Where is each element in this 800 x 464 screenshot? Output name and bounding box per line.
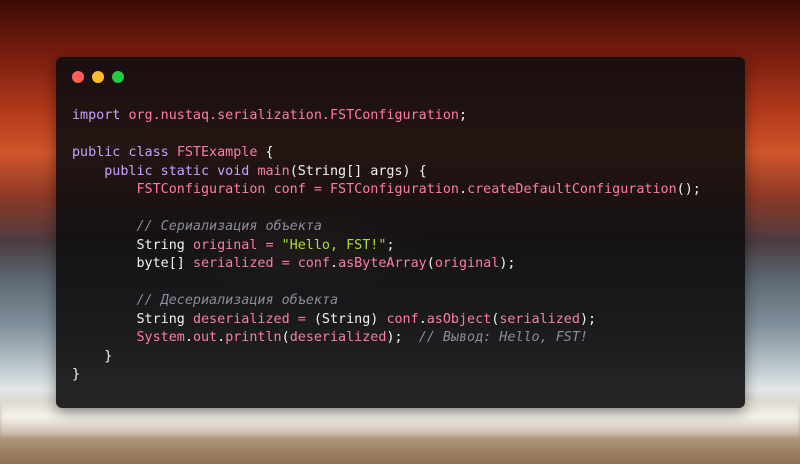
punct: ); (386, 330, 403, 345)
argument: deserialized (289, 330, 387, 345)
package-name: org.nustaq.serialization.FSTConfiguratio… (128, 108, 459, 123)
punct: ( (281, 330, 290, 345)
keyword: public static void (104, 163, 250, 179)
code-line-11: // Десериализация объекта (72, 292, 735, 311)
punct: ); (499, 256, 516, 271)
code-window: import org.nustaq.serialization.FSTConfi… (56, 57, 745, 408)
code-block: import org.nustaq.serialization.FSTConfi… (72, 107, 735, 385)
code-line-15: } (72, 366, 735, 385)
minimize-dot-icon[interactable] (92, 71, 104, 83)
comment: // Десериализация объекта (136, 293, 339, 308)
punct: . (217, 330, 226, 345)
variable: conf (273, 182, 306, 197)
code-line-5: FSTConfiguration conf = FSTConfiguration… (72, 181, 735, 200)
code-line-9: byte[] serialized = conf.asByteArray(ori… (72, 255, 735, 274)
object-name: FSTConfiguration (330, 182, 459, 197)
punct: ; (386, 237, 395, 253)
punct: } (104, 348, 113, 364)
class-name: FSTExample (176, 145, 258, 160)
operator: = (297, 311, 306, 327)
type-name: byte[] (136, 256, 185, 271)
method-name: createDefaultConfiguration (467, 182, 677, 197)
string-literal: "Hello, FST!" (281, 237, 387, 253)
code-line-12: String deserialized = (String) conf.asOb… (72, 311, 735, 330)
type-name: String (136, 237, 185, 253)
comment: // Вывод: Hello, FST! (418, 330, 588, 345)
code-line-1: import org.nustaq.serialization.FSTConfi… (72, 107, 735, 126)
comment: // Сериализация объекта (136, 219, 322, 234)
type-name: String (136, 311, 185, 327)
method-name: main (257, 163, 290, 179)
code-line-8: String original = "Hello, FST!"; (72, 237, 735, 256)
keyword: import (72, 108, 121, 123)
code-line-4: public static void main(String[] args) { (72, 163, 735, 182)
code-line-13: System.out.println(deserialized); // Выв… (72, 329, 735, 348)
window-controls (72, 71, 124, 83)
object-name: conf (297, 256, 330, 271)
punct: ); (579, 311, 597, 327)
method-name: println (225, 330, 282, 345)
field-name: out (192, 330, 218, 345)
punct: ; (458, 108, 468, 123)
maximize-dot-icon[interactable] (112, 71, 124, 83)
punct: (); (676, 182, 701, 197)
params: (String[] args) { (289, 163, 427, 179)
punct: . (184, 330, 193, 345)
operator: = (265, 237, 274, 253)
keyword: public class (72, 145, 169, 160)
method-name: asByteArray (338, 256, 427, 271)
cast: (String) (313, 311, 379, 327)
type-name: FSTConfiguration (136, 182, 266, 197)
punct: . (459, 182, 468, 197)
object-name: System (136, 330, 185, 345)
argument: original (434, 256, 500, 271)
variable: serialized (192, 256, 274, 271)
punct: . (330, 256, 339, 271)
punct: } (72, 367, 81, 382)
variable: original (192, 237, 258, 253)
operator: = (313, 182, 322, 197)
punct: . (418, 311, 427, 327)
operator: = (281, 256, 290, 271)
punct: ( (426, 256, 435, 271)
close-dot-icon[interactable] (72, 71, 84, 83)
method-name: asObject (426, 311, 492, 327)
code-line-14: } (72, 348, 735, 367)
punct: { (265, 145, 274, 160)
code-line-7: // Сериализация объекта (72, 218, 735, 237)
code-line-3: public class FSTExample { (72, 144, 735, 163)
variable: deserialized (192, 311, 290, 327)
argument: serialized (499, 311, 580, 327)
object-name: conf (386, 311, 419, 327)
